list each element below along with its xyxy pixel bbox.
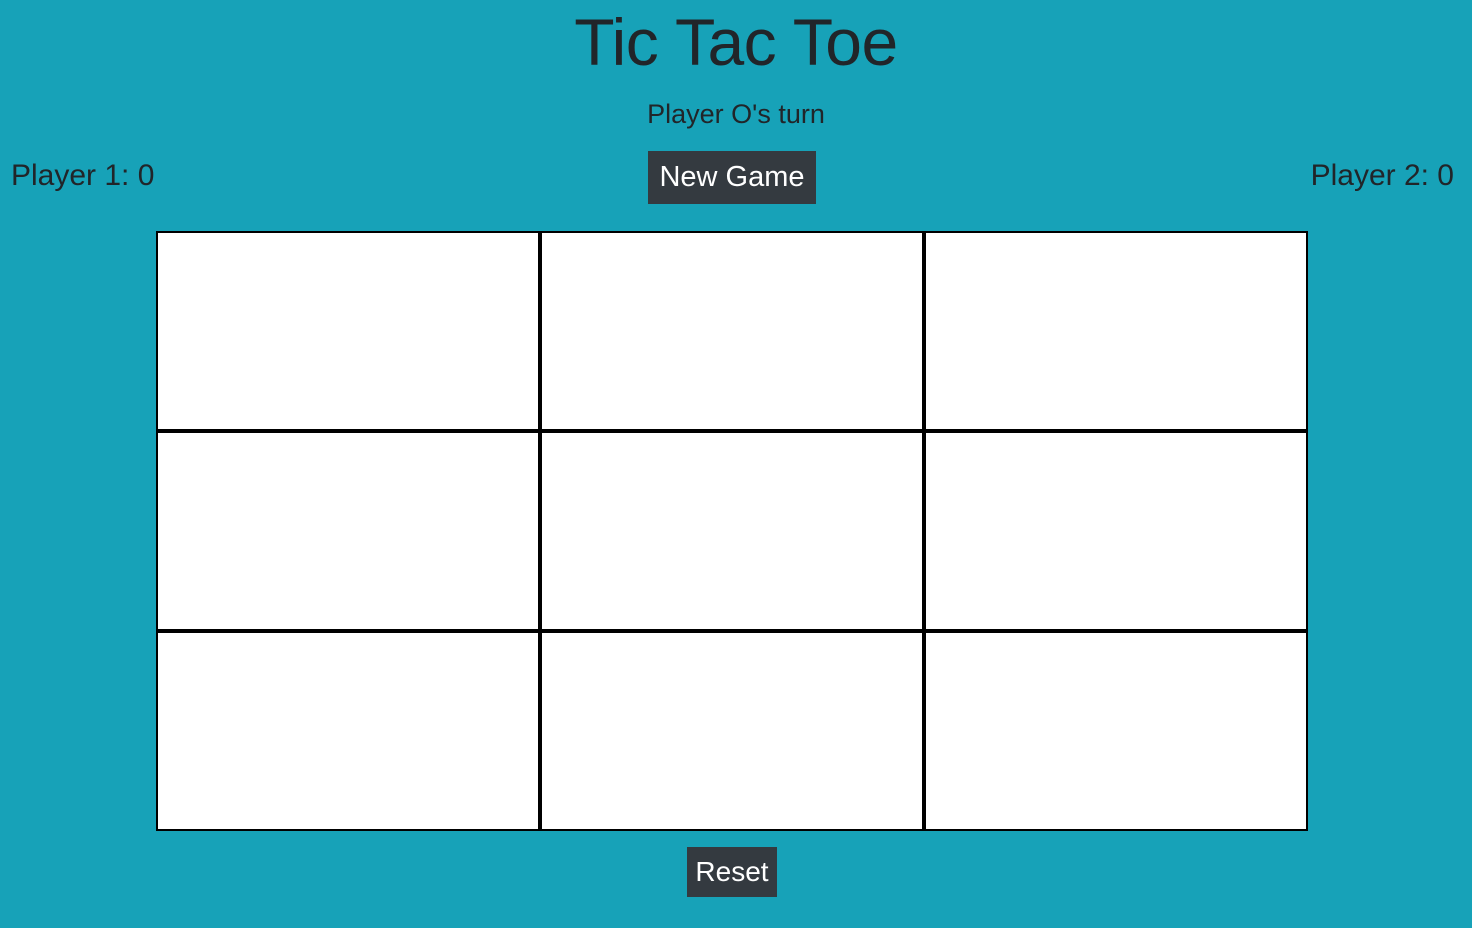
board-cell-1[interactable] — [158, 233, 538, 429]
board-cell-5[interactable] — [542, 433, 922, 629]
board-cell-8[interactable] — [542, 633, 922, 829]
player1-score: Player 1: 0 — [11, 159, 155, 192]
new-game-button[interactable]: New Game — [648, 151, 816, 204]
board-cell-2[interactable] — [542, 233, 922, 429]
board-cell-4[interactable] — [158, 433, 538, 629]
game-board — [156, 231, 1308, 831]
reset-button[interactable]: Reset — [687, 847, 777, 897]
board-cell-6[interactable] — [926, 433, 1306, 629]
player2-score: Player 2: 0 — [1310, 159, 1454, 192]
turn-status: Player O's turn — [647, 99, 825, 129]
page-title: Tic Tac Toe — [574, 5, 898, 79]
board-cell-3[interactable] — [926, 233, 1306, 429]
board-cell-9[interactable] — [926, 633, 1306, 829]
board-cell-7[interactable] — [158, 633, 538, 829]
